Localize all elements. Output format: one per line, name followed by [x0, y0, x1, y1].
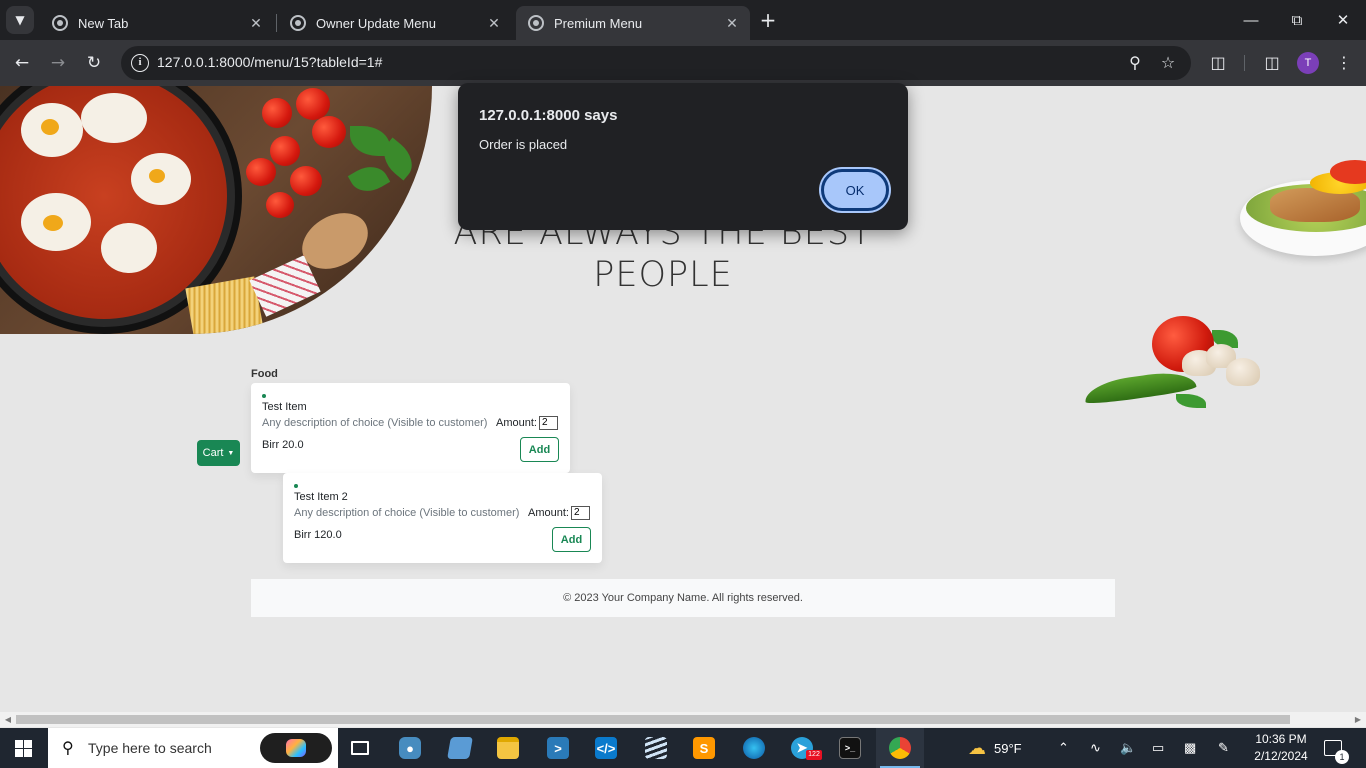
- salad-plate-image: [1240, 160, 1366, 256]
- task-view-icon[interactable]: [336, 728, 384, 768]
- show-hidden-icons-chevron-icon[interactable]: ⌃: [1058, 728, 1069, 768]
- ok-button[interactable]: OK: [821, 169, 889, 211]
- chrome-favicon-icon: [52, 15, 68, 31]
- tab-search-dropdown-icon[interactable]: ▼: [6, 6, 34, 34]
- amount-label: Amount:: [528, 507, 569, 519]
- reload-icon[interactable]: ↻: [81, 50, 107, 76]
- new-tab-plus-icon[interactable]: +: [756, 8, 780, 32]
- app-icon-godot[interactable]: ●: [386, 728, 434, 768]
- search-icon: ⚲: [62, 740, 74, 757]
- edge-icon[interactable]: [730, 728, 778, 768]
- tab-title: New Tab: [78, 15, 129, 31]
- restore-icon[interactable]: ⧉: [1274, 0, 1320, 40]
- windows-taskbar: ⚲ Type here to search ● > </> S ➤ 122 >_…: [0, 728, 1366, 768]
- horizontal-scrollbar[interactable]: ◀ ▶: [0, 712, 1366, 727]
- toolbar-divider: [1244, 55, 1245, 71]
- globe-favicon-icon: [528, 15, 544, 31]
- tab-separator: [276, 14, 277, 32]
- alert-dialog: 127.0.0.1:8000 says Order is placed OK: [458, 83, 908, 230]
- veg-indicator-icon: [262, 394, 266, 398]
- clock-date: 2/12/2024: [1254, 749, 1308, 763]
- item-name: Test Item: [262, 401, 307, 413]
- sublime-text-icon[interactable]: S: [680, 728, 728, 768]
- app-icon-laptop[interactable]: [436, 728, 484, 768]
- dialog-message: Order is placed: [479, 137, 568, 152]
- tab-new-tab[interactable]: New Tab ✕: [40, 6, 274, 40]
- caret-down-icon: ▼: [227, 449, 235, 457]
- browser-toolbar: ← → ↻ i 127.0.0.1:8000/menu/15?tableId=1…: [0, 40, 1366, 86]
- pen-icon[interactable]: ✎: [1218, 728, 1229, 768]
- amount-input[interactable]: 2: [539, 416, 558, 430]
- add-to-cart-button[interactable]: Add: [520, 437, 559, 462]
- globe-favicon-icon: [290, 15, 306, 31]
- add-to-cart-button[interactable]: Add: [552, 527, 591, 552]
- powershell-icon[interactable]: >: [534, 728, 582, 768]
- clock-time: 10:36 PM: [1255, 732, 1307, 746]
- menu-item-card: Test Item Any description of choice (Vis…: [251, 383, 570, 473]
- category-heading: Food: [251, 368, 278, 380]
- close-tab-icon[interactable]: ✕: [724, 15, 740, 32]
- minimize-icon[interactable]: —: [1228, 0, 1274, 40]
- display-icon[interactable]: ▩: [1184, 728, 1196, 768]
- weather-cloud-icon: ☁: [968, 737, 986, 758]
- network-wifi-icon[interactable]: ∿: [1090, 728, 1101, 768]
- amount-label: Amount:: [496, 417, 537, 429]
- battery-icon[interactable]: ▭: [1152, 728, 1164, 768]
- telegram-icon[interactable]: ➤ 122: [778, 728, 826, 768]
- vscode-icon[interactable]: </>: [582, 728, 630, 768]
- search-placeholder[interactable]: Type here to search: [88, 740, 212, 756]
- item-description: Any description of choice (Visible to cu…: [294, 507, 520, 519]
- taskbar-search[interactable]: ⚲ Type here to search: [48, 728, 338, 768]
- tab-title: Owner Update Menu: [316, 15, 436, 31]
- hero-food-image: [0, 86, 432, 334]
- more-menu-icon[interactable]: ⋮: [1332, 51, 1356, 75]
- profile-avatar[interactable]: T: [1297, 52, 1319, 74]
- close-tab-icon[interactable]: ✕: [248, 15, 264, 32]
- amount-input[interactable]: 2: [571, 506, 590, 520]
- weather-widget[interactable]: ☁ 59°F: [968, 728, 1022, 768]
- forward-arrow-icon[interactable]: →: [45, 50, 71, 76]
- tab-title: Premium Menu: [554, 15, 643, 31]
- copilot-icon: [286, 739, 306, 757]
- scroll-right-icon[interactable]: ▶: [1351, 714, 1365, 725]
- tab-owner-update-menu[interactable]: Owner Update Menu ✕: [278, 6, 512, 40]
- copilot-button[interactable]: [260, 733, 332, 763]
- back-arrow-icon[interactable]: ←: [9, 50, 35, 76]
- windows-start-icon[interactable]: [15, 740, 32, 757]
- address-bar[interactable]: i 127.0.0.1:8000/menu/15?tableId=1# ⚲ ☆: [121, 46, 1191, 80]
- cart-label: Cart: [202, 447, 224, 459]
- tab-premium-menu[interactable]: Premium Menu ✕: [516, 6, 750, 40]
- veg-indicator-icon: [294, 484, 298, 488]
- page-footer: © 2023 Your Company Name. All rights res…: [251, 579, 1115, 617]
- item-description: Any description of choice (Visible to cu…: [262, 417, 488, 429]
- terminal-icon[interactable]: >_: [826, 728, 874, 768]
- vegetables-image: [1066, 298, 1276, 423]
- menu-item-card: Test Item 2 Any description of choice (V…: [283, 473, 602, 563]
- chrome-icon[interactable]: [876, 728, 924, 768]
- zoom-icon[interactable]: ⚲: [1124, 52, 1146, 74]
- hero-heading-line2: PEOPLE: [593, 255, 733, 295]
- weather-temp: 59°F: [994, 740, 1022, 756]
- extensions-puzzle-icon[interactable]: ◫: [1206, 51, 1230, 75]
- item-price: Birr 120.0: [294, 529, 342, 541]
- volume-icon[interactable]: 🔈: [1120, 728, 1136, 768]
- side-panel-icon[interactable]: ◫: [1260, 51, 1284, 75]
- item-name: Test Item 2: [294, 491, 348, 503]
- taskbar-clock[interactable]: 10:36 PM 2/12/2024: [1248, 731, 1314, 765]
- dialog-title: 127.0.0.1:8000 says: [479, 107, 618, 124]
- item-price: Birr 20.0: [262, 439, 304, 451]
- close-window-icon[interactable]: ✕: [1320, 0, 1366, 40]
- url-text[interactable]: 127.0.0.1:8000/menu/15?tableId=1#: [157, 54, 382, 70]
- telegram-badge: 122: [806, 750, 822, 760]
- notification-count-badge: 1: [1335, 750, 1349, 764]
- cart-dropdown-button[interactable]: Cart ▼: [197, 440, 240, 466]
- tab-strip: ▼ New Tab ✕ Owner Update Menu ✕ Premium …: [0, 0, 1366, 40]
- app-icon-stripes[interactable]: [632, 728, 680, 768]
- file-explorer-icon[interactable]: [484, 728, 532, 768]
- scroll-left-icon[interactable]: ◀: [1, 714, 15, 725]
- close-tab-icon[interactable]: ✕: [486, 15, 502, 32]
- scrollbar-thumb[interactable]: [16, 715, 1290, 724]
- bookmark-star-icon[interactable]: ☆: [1157, 52, 1179, 74]
- site-info-icon[interactable]: i: [131, 54, 149, 72]
